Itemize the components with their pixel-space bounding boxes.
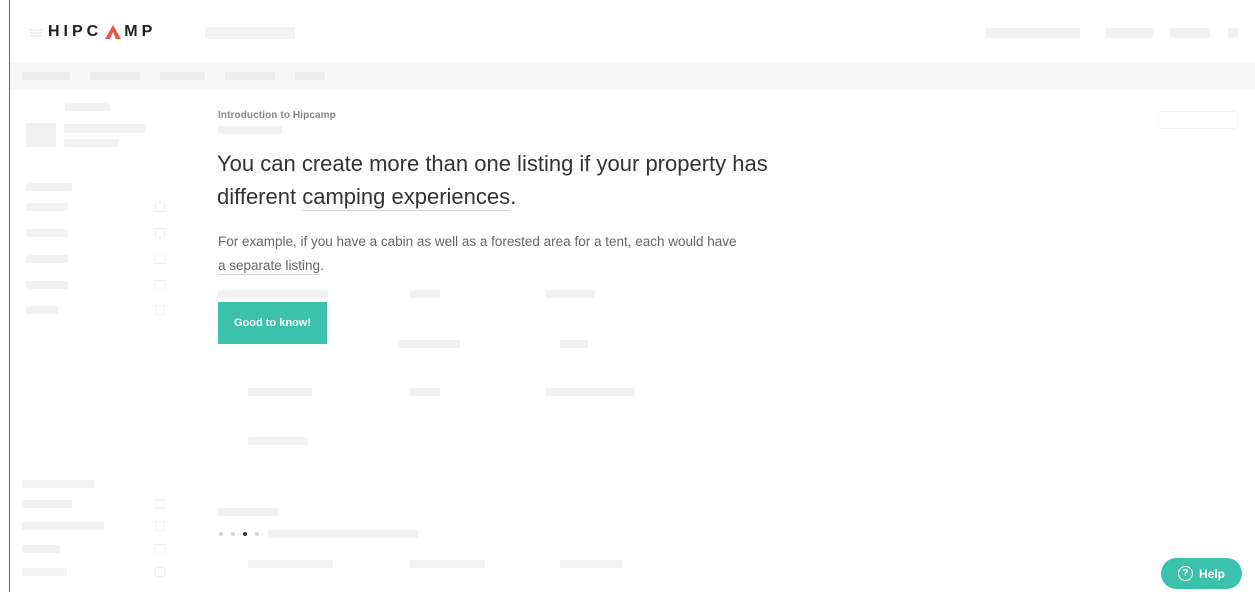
background-app xyxy=(0,0,1255,592)
good-to-know-button[interactable]: Good to know! xyxy=(218,302,327,344)
background-subnav-item xyxy=(295,72,325,80)
background-subnav-item xyxy=(90,72,140,80)
background-line xyxy=(22,545,60,553)
intro-label: Introduction to Hipcamp xyxy=(218,110,336,121)
background-line xyxy=(545,388,635,396)
background-line xyxy=(64,139,119,147)
headline-line-2-post: . xyxy=(510,184,517,209)
background-checkbox xyxy=(155,521,165,531)
pagination-dot[interactable] xyxy=(231,532,235,536)
background-subnav-item xyxy=(160,72,205,80)
background-checkbox xyxy=(155,280,165,290)
background-nav-item xyxy=(1105,28,1153,38)
background-line xyxy=(410,388,440,396)
background-subnav-item xyxy=(22,72,70,80)
background-line xyxy=(398,340,460,348)
background-line xyxy=(26,306,58,314)
background-line xyxy=(268,530,418,538)
background-line xyxy=(218,508,278,516)
intro-description: For example, if you have a cabin as well… xyxy=(218,230,788,278)
background-checkbox xyxy=(155,254,165,264)
pagination-dot-active[interactable] xyxy=(243,532,247,536)
headline-line-1: You can create more than one listing if … xyxy=(217,151,768,176)
background-button xyxy=(1158,111,1238,129)
background-line xyxy=(22,480,94,488)
background-line xyxy=(65,103,110,111)
background-line xyxy=(26,281,68,289)
background-line xyxy=(560,340,588,348)
background-line xyxy=(22,568,67,576)
background-thumbnail xyxy=(26,123,56,147)
background-line xyxy=(26,255,68,263)
separate-listing-link: a separate listing xyxy=(218,258,321,275)
background-sidebar xyxy=(10,90,170,592)
background-line xyxy=(545,290,595,298)
page-title: You can create more than one listing if … xyxy=(217,147,837,213)
background-line xyxy=(410,290,440,298)
logo-text-right: MP xyxy=(124,23,157,40)
logo-text-left: HIPC xyxy=(48,23,103,40)
background-line xyxy=(22,500,72,508)
background-subnav-item xyxy=(225,72,275,80)
background-line xyxy=(248,560,333,568)
headline-line-2-pre: different xyxy=(217,184,303,209)
body-line-1: For example, if you have a cabin as well… xyxy=(218,234,737,249)
background-line xyxy=(248,437,308,445)
background-line xyxy=(26,203,68,211)
background-line xyxy=(64,124,146,133)
background-nav-item xyxy=(1170,28,1210,38)
pagination-dot[interactable] xyxy=(219,532,223,536)
background-checkbox xyxy=(155,567,165,577)
background-line xyxy=(218,126,282,134)
hipcamp-logo[interactable]: HIPC MP xyxy=(48,23,156,41)
background-line xyxy=(560,560,622,568)
background-line xyxy=(218,290,328,298)
background-line xyxy=(248,388,312,396)
background-nav-item xyxy=(1228,28,1238,38)
background-checkbox xyxy=(155,228,165,238)
background-search xyxy=(205,27,295,39)
body-line-2-post: . xyxy=(320,258,324,273)
background-line xyxy=(22,522,104,530)
background-line xyxy=(26,229,68,237)
background-line xyxy=(410,560,485,568)
pagination-dots xyxy=(219,532,259,536)
pagination-dot[interactable] xyxy=(255,532,259,536)
background-checkbox xyxy=(155,305,165,315)
background-nav-item xyxy=(985,28,1080,38)
tent-icon xyxy=(105,25,122,39)
help-label: Help xyxy=(1198,566,1225,581)
help-button[interactable]: ? Help xyxy=(1161,558,1242,589)
background-checkbox xyxy=(155,202,165,212)
background-checkbox xyxy=(155,499,165,509)
question-circle-icon: ? xyxy=(1177,566,1193,581)
menu-icon xyxy=(30,29,42,37)
background-line xyxy=(26,183,72,191)
background-checkbox xyxy=(155,544,165,554)
camping-experiences-link: camping experiences xyxy=(302,184,511,211)
